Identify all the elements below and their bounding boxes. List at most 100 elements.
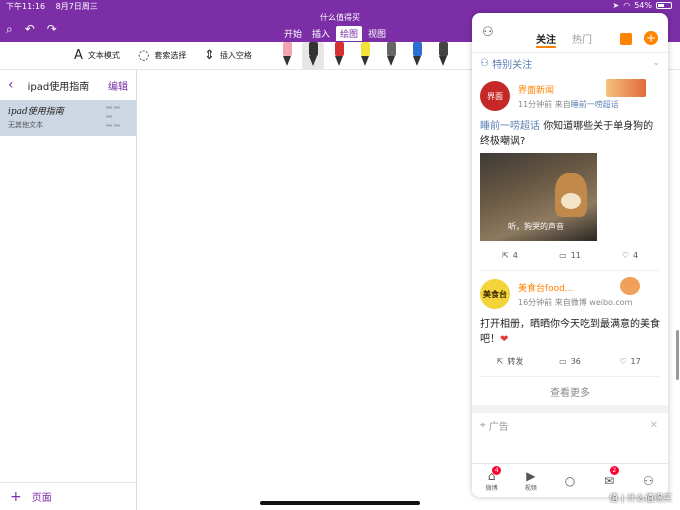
- post-source[interactable]: 睡前一唠超话: [571, 100, 619, 109]
- post-source: weibo.com: [589, 297, 633, 307]
- tab-insert[interactable]: 插入: [308, 26, 334, 41]
- heart-icon: ❤: [500, 334, 509, 345]
- comment-button[interactable]: ▭ 11: [540, 251, 600, 260]
- nav-discover[interactable]: ○: [550, 464, 589, 497]
- avatar[interactable]: 界面: [480, 81, 510, 111]
- post-time: 11分钟前 来自睡前一唠超话: [518, 99, 619, 110]
- tab-home[interactable]: 开始: [280, 26, 306, 41]
- comment-button[interactable]: ▭ 36: [540, 357, 600, 366]
- pages-sidebar: ‹ ipad使用指南 编辑 ipad使用指南 无其他文本 〰 〰〰〰 〰 + 页…: [0, 70, 137, 510]
- repost-button[interactable]: ⇱ 转发: [480, 356, 540, 367]
- like-button[interactable]: ♡ 4: [600, 251, 660, 260]
- user-icon[interactable]: ⚇: [482, 25, 494, 40]
- weibo-post: 美食台 美食台food... 16分钟前 来自微博 weibo.com 打开相册…: [472, 271, 668, 377]
- add-page-button[interactable]: + 页面: [0, 482, 137, 510]
- location-icon: ➤: [612, 1, 620, 10]
- weibo-post: 界面 界面新闻 11分钟前 来自睡前一唠超话 睡前一唠超话 你知道哪些关于单身狗…: [472, 73, 668, 271]
- post-source-prefix: 来自微博: [554, 297, 587, 307]
- profile-icon: ⚇: [643, 473, 654, 488]
- repost-button[interactable]: ⇱ 4: [480, 251, 540, 260]
- nav-video-label: 视频: [524, 485, 537, 492]
- text-mode-icon: A: [74, 48, 83, 63]
- pen-blue-icon[interactable]: [406, 42, 428, 70]
- repost-icon: ⇱: [496, 357, 504, 366]
- tab-draw[interactable]: 绘图: [336, 26, 363, 41]
- app-title: 什么值得买: [320, 13, 360, 22]
- mail-icon: ✉: [604, 473, 615, 488]
- undo-icon[interactable]: ↶: [25, 22, 35, 37]
- lasso-label: 套索选择: [154, 51, 187, 60]
- back-chevron-icon[interactable]: ‹: [8, 77, 14, 93]
- nav-home[interactable]: ⌂ 微博 4: [472, 464, 511, 497]
- tab-hot[interactable]: 热门: [572, 31, 592, 48]
- comment-icon: ▭: [559, 357, 567, 366]
- weibo-header: ⚇ 关注 热门 +: [472, 13, 668, 53]
- text-mode-button[interactable]: A 文本模式: [74, 48, 120, 63]
- scrollbar[interactable]: [676, 330, 679, 380]
- close-icon[interactable]: ✕: [650, 420, 658, 431]
- insert-space-icon: ⇕: [204, 48, 215, 63]
- top-icons: ⌕ ↶ ↷: [6, 22, 57, 37]
- pen-dark-icon[interactable]: [432, 42, 454, 70]
- dog-image-icon: [555, 173, 587, 217]
- search-icon[interactable]: ⌕: [6, 22, 13, 37]
- pen-black-selected-icon[interactable]: [302, 42, 324, 70]
- status-bar-left: 下午11:16 8月7日周三: [6, 1, 106, 12]
- special-follow-label: 特别关注: [492, 59, 533, 71]
- eraser-icon[interactable]: [276, 42, 298, 70]
- nav-video[interactable]: ▶ 视频: [511, 464, 550, 497]
- lasso-select-button[interactable]: ◌ 套索选择: [138, 48, 186, 63]
- compose-plus-icon[interactable]: +: [644, 31, 658, 45]
- thumbs-up-icon: ♡: [621, 251, 630, 260]
- location-pin-icon: ⌖: [480, 419, 489, 431]
- post-author[interactable]: 界面新闻: [518, 83, 619, 96]
- special-follow-bar[interactable]: ⚇ 特别关注 ⌄: [472, 53, 668, 73]
- avatar[interactable]: 美食台: [480, 279, 510, 309]
- pen-gray-icon[interactable]: [380, 42, 402, 70]
- post-actions: ⇱ 转发 ▭ 36 ♡ 17: [480, 347, 660, 377]
- insert-space-button[interactable]: ⇕ 插入空格: [204, 48, 252, 63]
- post-text: 睡前一唠超话 你知道哪些关于单身狗的终极嘲讽?: [480, 119, 660, 149]
- gift-icon[interactable]: [620, 33, 632, 45]
- edit-button[interactable]: 编辑: [108, 78, 128, 93]
- card-decoration-icon: [606, 79, 646, 97]
- page-list-item[interactable]: ipad使用指南 无其他文本 〰 〰〰〰 〰: [0, 100, 136, 136]
- search-icon: ○: [564, 473, 576, 488]
- post-header: 美食台 美食台food... 16分钟前 来自微博 weibo.com: [480, 277, 660, 311]
- post-time: 16分钟前 来自微博 weibo.com: [518, 297, 632, 308]
- pen-red-icon[interactable]: [328, 42, 350, 70]
- post-timestamp: 11分钟前: [518, 99, 553, 109]
- repost-count: 4: [512, 251, 518, 260]
- battery-percent: 54%: [634, 1, 652, 10]
- post-meta: 界面新闻 11分钟前 来自睡前一唠超话: [518, 83, 619, 110]
- plus-icon: +: [10, 488, 22, 505]
- nav-badge: 4: [492, 466, 502, 475]
- watermark: 值 | 什么值得买: [609, 494, 672, 504]
- like-button[interactable]: ♡ 17: [600, 357, 660, 366]
- ad-bar: ⌖ 广告 ✕: [472, 413, 668, 437]
- post-image[interactable]: 听，狗哭的声音: [480, 153, 597, 241]
- post-topic[interactable]: 睡前一唠超话: [480, 121, 540, 132]
- tab-view[interactable]: 视图: [364, 26, 390, 41]
- user-outline-icon: ⚇: [480, 57, 493, 69]
- highlighter-yellow-icon[interactable]: [354, 42, 376, 70]
- comment-count: 11: [570, 251, 581, 260]
- like-count: 4: [633, 251, 639, 260]
- post-header: 界面 界面新闻 11分钟前 来自睡前一唠超话: [480, 79, 660, 113]
- section-divider: [472, 405, 668, 413]
- chevron-down-icon[interactable]: ⌄: [652, 58, 660, 68]
- notebook-title: ipad使用指南: [27, 81, 90, 93]
- repost-icon: ⇱: [502, 251, 509, 260]
- repost-label: 转发: [507, 357, 524, 366]
- redo-icon[interactable]: ↷: [47, 22, 57, 37]
- wifi-icon: ◠: [623, 1, 631, 10]
- lasso-icon: ◌: [138, 48, 150, 63]
- see-more-button[interactable]: 查看更多: [472, 377, 668, 405]
- tab-following[interactable]: 关注: [536, 31, 556, 48]
- page-thumbnail-icon: 〰 〰〰〰 〰: [106, 105, 120, 130]
- home-indicator[interactable]: [260, 501, 420, 505]
- nav-home-label: 微博: [485, 485, 498, 492]
- pen-tray: [276, 42, 454, 70]
- post-author[interactable]: 美食台food...: [518, 281, 632, 294]
- like-count: 17: [630, 357, 641, 366]
